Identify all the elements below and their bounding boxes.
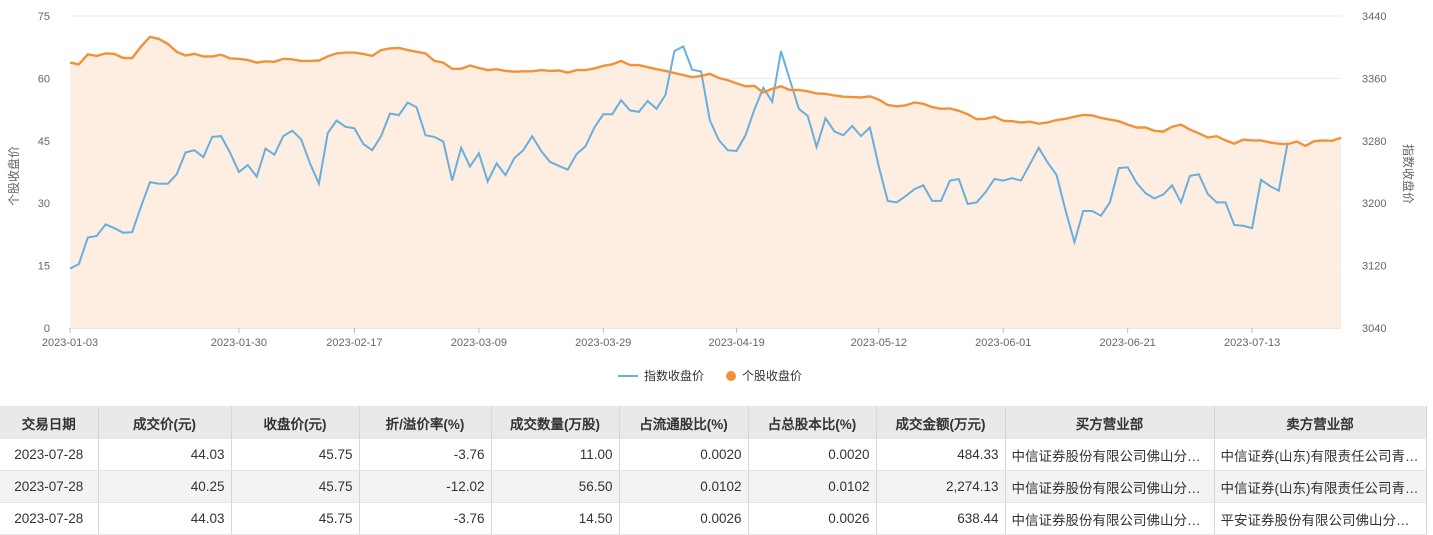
table-cell: 638.44 bbox=[876, 502, 1006, 535]
y-right-label: 指数收盘价 bbox=[1401, 144, 1416, 204]
table-cell: 56.50 bbox=[491, 470, 620, 503]
x-tick-label: 2023-06-21 bbox=[1100, 337, 1156, 349]
column-header: 买方营业部 bbox=[1005, 406, 1215, 439]
x-tick-label: 2023-03-29 bbox=[575, 337, 631, 349]
table-cell: 中信证券股份有限公司佛山分行营业部 bbox=[1005, 470, 1215, 503]
table-row: 2023-07-28 44.03 45.75 -3.76 14.50 0.0026 0.00… bbox=[0, 502, 1427, 535]
x-tick-label: 2023-01-03 bbox=[42, 337, 98, 349]
legend-item-stock[interactable]: 个股收盘价 bbox=[726, 368, 802, 383]
table-cell: 2023-07-28 bbox=[0, 502, 99, 535]
y-left-tick-label: 15 bbox=[38, 261, 50, 273]
table-cell: 45.75 bbox=[231, 470, 360, 503]
block-trade-table: 交易日期 成交价(元) 收盘价(元) 折/溢价率(%) 成交数量(万股) 占流通股比(%)… bbox=[0, 406, 1427, 535]
table-cell: 0.0026 bbox=[619, 502, 749, 535]
column-header: 占流通股比(%) bbox=[619, 406, 749, 439]
table-cell: 14.50 bbox=[491, 502, 620, 535]
column-header: 交易日期 bbox=[0, 406, 99, 439]
table-cell: 0.0020 bbox=[619, 439, 749, 471]
y-right-tick-label: 3120 bbox=[1362, 261, 1386, 273]
y-right-tick-label: 3280 bbox=[1362, 136, 1386, 148]
stock-close-area bbox=[70, 36, 1341, 329]
table-cell: 11.00 bbox=[491, 439, 620, 471]
table-cell: -3.76 bbox=[359, 439, 492, 471]
table-cell: 2,274.13 bbox=[876, 470, 1006, 503]
table-row: 2023-07-28 40.25 45.75 -12.02 56.50 0.0102 0.0… bbox=[0, 470, 1427, 503]
table-cell: 0.0102 bbox=[748, 470, 877, 503]
x-tick-label: 2023-06-01 bbox=[975, 337, 1031, 349]
x-tick-label: 2023-05-12 bbox=[851, 337, 907, 349]
column-header: 占总股本比(%) bbox=[748, 406, 877, 439]
table-cell: 2023-07-28 bbox=[0, 470, 99, 503]
column-header: 成交价(元) bbox=[98, 406, 232, 439]
table-cell: 44.03 bbox=[98, 439, 232, 471]
legend-index-label: 指数收盘价 bbox=[644, 368, 704, 383]
table-cell: 中信证券股份有限公司佛山分行营业部 bbox=[1005, 502, 1215, 535]
x-tick-label: 2023-03-09 bbox=[451, 337, 507, 349]
table-cell: 45.75 bbox=[231, 439, 360, 471]
stock-index-chart: 0 15 30 45 60 75 3040 3120 3200 3280 3360 3440 2023-… bbox=[6, 11, 1416, 383]
column-header: 卖方营业部 bbox=[1214, 406, 1427, 439]
table-cell: -12.02 bbox=[359, 470, 492, 503]
table-cell: 平安证券股份有限公司佛山分公司营业部 bbox=[1214, 502, 1427, 535]
x-tick-label: 2023-04-19 bbox=[708, 337, 764, 349]
table-row: 2023-07-28 44.03 45.75 -3.76 11.00 0.0020 0.00… bbox=[0, 439, 1427, 471]
y-left-tick-label: 60 bbox=[38, 73, 50, 85]
table-cell: -3.76 bbox=[359, 502, 492, 535]
y-right-tick-label: 3360 bbox=[1362, 73, 1386, 85]
column-header: 折/溢价率(%) bbox=[359, 406, 492, 439]
legend[interactable]: 指数收盘价 个股收盘价 bbox=[618, 368, 802, 383]
x-tick-label: 2023-01-30 bbox=[211, 337, 267, 349]
y-left-tick-label: 0 bbox=[44, 323, 50, 335]
table-cell: 45.75 bbox=[231, 502, 360, 535]
y-right-tick-label: 3040 bbox=[1362, 323, 1386, 335]
x-tick-label: 2023-02-17 bbox=[326, 337, 382, 349]
table-header: 交易日期 成交价(元) 收盘价(元) 折/溢价率(%) 成交数量(万股) 占流通股比(%)… bbox=[0, 406, 1427, 439]
column-header: 收盘价(元) bbox=[231, 406, 360, 439]
y-right-tick-label: 3440 bbox=[1362, 11, 1386, 23]
column-header: 成交数量(万股) bbox=[491, 406, 620, 439]
column-header: 成交金额(万元) bbox=[876, 406, 1006, 439]
table-cell: 0.0026 bbox=[748, 502, 877, 535]
y-left-label: 个股收盘价 bbox=[6, 146, 21, 206]
table-cell: 中信证券(山东)有限责任公司青岛分公司 bbox=[1214, 439, 1427, 471]
table-cell: 44.03 bbox=[98, 502, 232, 535]
x-tick-label: 2023-07-13 bbox=[1224, 337, 1280, 349]
table-cell: 484.33 bbox=[876, 439, 1006, 471]
y-left-tick-label: 45 bbox=[38, 136, 50, 148]
y-left-tick-label: 30 bbox=[38, 198, 50, 210]
table-cell: 0.0102 bbox=[619, 470, 749, 503]
table-cell: 40.25 bbox=[98, 470, 232, 503]
y-right-tick-label: 3200 bbox=[1362, 198, 1386, 210]
legend-dot-icon bbox=[726, 371, 736, 381]
legend-item-index[interactable]: 指数收盘价 bbox=[618, 368, 704, 383]
table-cell: 0.0020 bbox=[748, 439, 877, 471]
y-left-tick-label: 75 bbox=[38, 11, 50, 23]
table-cell: 中信证券股份有限公司佛山分行营业部 bbox=[1005, 439, 1215, 471]
table-cell: 2023-07-28 bbox=[0, 439, 99, 471]
table-cell: 中信证券(山东)有限责任公司青岛分公司 bbox=[1214, 470, 1427, 503]
legend-stock-label: 个股收盘价 bbox=[742, 368, 802, 383]
